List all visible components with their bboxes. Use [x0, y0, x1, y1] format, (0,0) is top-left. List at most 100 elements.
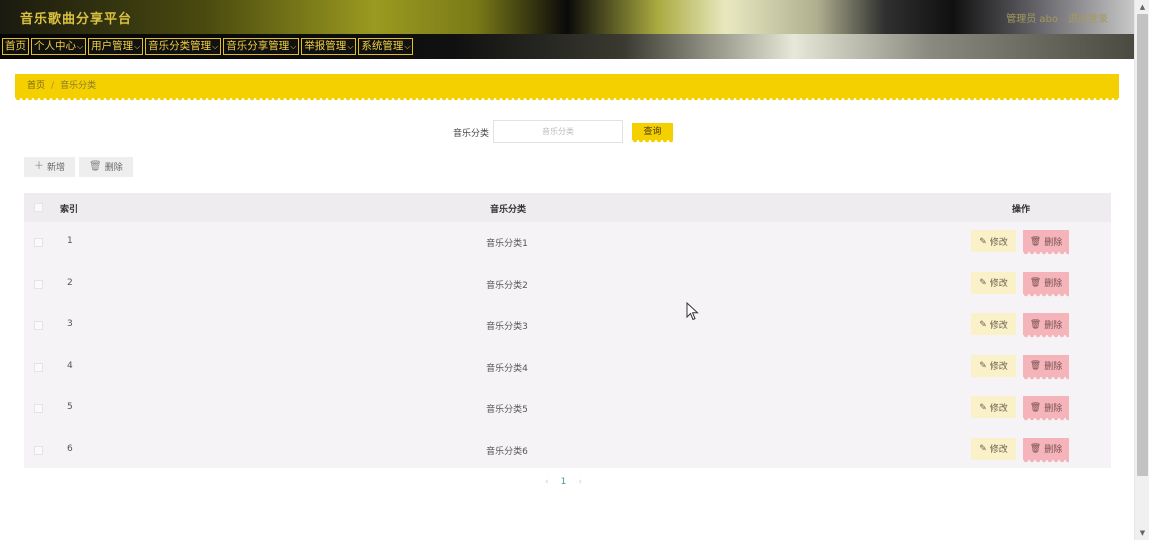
chevron-down-icon: ⌵	[134, 42, 141, 51]
chevron-down-icon: ⌵	[212, 42, 219, 51]
current-user-label: 管理员 abo	[1006, 14, 1058, 25]
delete-label: 删除	[1044, 402, 1063, 413]
edit-icon: ✎	[979, 360, 987, 370]
app-title: 音乐歌曲分享平台	[20, 12, 133, 27]
trash-icon: 🗑	[1029, 235, 1042, 246]
chevron-down-icon: ⌵	[77, 42, 84, 51]
user-info: 管理员 abo 退出登录	[1006, 10, 1108, 25]
cell-category: 音乐分类4	[486, 363, 528, 374]
nav-item-5[interactable]: 举报管理⌵	[301, 38, 357, 55]
nav-item-4[interactable]: 音乐分享管理⌵	[223, 38, 300, 55]
nav-item-0[interactable]: 首页	[2, 38, 29, 55]
table-actions: ＋ 新增 🗑 删除	[24, 157, 133, 177]
edit-icon: ✎	[979, 318, 987, 329]
nav-item-3[interactable]: 音乐分类管理⌵	[145, 38, 222, 55]
delete-button[interactable]: 🗑 删除	[1023, 271, 1069, 297]
trash-icon: 🗑	[1029, 401, 1042, 412]
table-header: 索引 音乐分类 操作	[24, 193, 1111, 222]
edit-icon: ✎	[979, 401, 987, 412]
edit-label: 修改	[989, 361, 1008, 371]
add-button-label: 新增	[47, 162, 66, 172]
cell-category: 音乐分类6	[486, 446, 528, 457]
category-search-input[interactable]	[493, 120, 623, 143]
breadcrumb-current: 音乐分类	[60, 81, 97, 91]
next-page-button[interactable]: ›	[578, 477, 582, 487]
top-header: 音乐歌曲分享平台 管理员 abo 退出登录	[0, 0, 1134, 34]
header-category: 音乐分类	[490, 205, 527, 215]
chevron-down-icon: ⌵	[404, 42, 411, 51]
batch-delete-button[interactable]: 🗑 删除	[79, 157, 133, 177]
edit-button[interactable]: ✎ 修改	[971, 354, 1016, 377]
chevron-down-icon: ⌵	[347, 42, 354, 51]
nav-items: 首页 个人中心⌵ 用户管理⌵ 音乐分类管理⌵ 音乐分享管理⌵ 举报管理⌵ 系统管理⌵	[2, 38, 414, 55]
vertical-scrollbar[interactable]: ▲ ▼	[1134, 0, 1149, 540]
edit-button[interactable]: ✎ 修改	[971, 230, 1016, 252]
scroll-down-icon[interactable]: ▼	[1135, 526, 1149, 540]
delete-label: 删除	[1044, 278, 1063, 288]
breadcrumb-separator: /	[51, 81, 55, 91]
scrollbar-thumb[interactable]	[1137, 14, 1148, 476]
delete-label: 删除	[1044, 444, 1063, 454]
page: 音乐歌曲分享平台 管理员 abo 退出登录 首页 个人中心⌵ 用户管理⌵ 音乐分类管理…	[0, 0, 1149, 540]
edit-button[interactable]: ✎ 修改	[971, 271, 1016, 294]
header-index: 索引	[60, 205, 79, 215]
nav-item-label: 首页	[5, 40, 26, 52]
cell-category: 音乐分类1	[486, 239, 528, 249]
edit-icon: ✎	[979, 443, 987, 453]
delete-button[interactable]: 🗑 删除	[1023, 396, 1069, 421]
trash-icon: 🗑	[1029, 360, 1042, 370]
delete-button[interactable]: 🗑 删除	[1023, 354, 1069, 380]
chevron-down-icon: ⌵	[290, 42, 297, 51]
delete-label: 删除	[1044, 361, 1063, 371]
table-row: 2 音乐分类2 ✎ 修改 🗑 删除	[24, 264, 1111, 305]
search-form: 音乐分类 查询	[0, 120, 1134, 144]
delete-label: 删除	[1044, 319, 1063, 330]
trash-icon: 🗑	[1029, 443, 1042, 453]
cell-category: 音乐分类5	[486, 405, 528, 415]
table-row: 3 音乐分类3 ✎ 修改 🗑 删除	[24, 305, 1111, 346]
edit-label: 修改	[989, 278, 1008, 288]
edit-label: 修改	[989, 402, 1008, 413]
prev-page-button[interactable]: ‹	[545, 477, 549, 487]
page-number[interactable]: 1	[561, 477, 567, 487]
nav-item-2[interactable]: 用户管理⌵	[88, 38, 144, 55]
edit-button[interactable]: ✎ 修改	[971, 396, 1016, 418]
delete-label: 删除	[1044, 236, 1063, 247]
table-row: 5 音乐分类5 ✎ 修改 🗑 删除	[24, 388, 1111, 429]
edit-label: 修改	[989, 444, 1008, 454]
mouse-cursor-icon	[686, 302, 699, 321]
nav-item-6[interactable]: 系统管理⌵	[358, 38, 414, 55]
edit-label: 修改	[989, 319, 1008, 330]
edit-button[interactable]: ✎ 修改	[971, 313, 1016, 335]
batch-delete-label: 删除	[104, 162, 123, 172]
breadcrumb-home[interactable]: 首页	[27, 81, 45, 91]
delete-button[interactable]: 🗑 删除	[1023, 437, 1069, 463]
nav-item-1[interactable]: 个人中心⌵	[31, 38, 87, 55]
search-button[interactable]: 查询	[632, 123, 673, 143]
trash-icon: 🗑	[89, 161, 102, 172]
trash-icon: 🗑	[1029, 318, 1042, 329]
edit-button[interactable]: ✎ 修改	[971, 437, 1016, 460]
edit-label: 修改	[989, 236, 1008, 247]
logout-link[interactable]: 退出登录	[1068, 10, 1108, 25]
edit-icon: ✎	[979, 235, 987, 246]
cell-category: 音乐分类3	[486, 322, 528, 332]
search-label: 音乐分类	[453, 129, 490, 139]
table-row: 6 音乐分类6 ✎ 修改 🗑 删除	[24, 430, 1111, 471]
nav-item-label: 用户管理	[91, 40, 134, 52]
nav-item-label: 系统管理	[361, 40, 404, 52]
main-nav: 首页 个人中心⌵ 用户管理⌵ 音乐分类管理⌵ 音乐分享管理⌵ 举报管理⌵ 系统管理⌵	[0, 34, 1134, 59]
select-all-checkbox[interactable]	[34, 203, 43, 212]
nav-item-label: 个人中心	[34, 40, 76, 52]
add-button[interactable]: ＋ 新增	[24, 157, 76, 177]
scroll-up-icon[interactable]: ▲	[1135, 0, 1149, 14]
table-row: 1 音乐分类1 ✎ 修改 🗑 删除	[24, 222, 1111, 263]
nav-item-label: 举报管理	[304, 40, 347, 52]
delete-button[interactable]: 🗑 删除	[1023, 313, 1069, 338]
table-row: 4 音乐分类4 ✎ 修改 🗑 删除	[24, 347, 1111, 388]
nav-item-label: 音乐分享管理	[226, 40, 290, 52]
edit-icon: ✎	[979, 277, 987, 287]
plus-icon: ＋	[34, 161, 44, 172]
breadcrumb: 首页 / 音乐分类	[15, 74, 1119, 101]
delete-button[interactable]: 🗑 删除	[1023, 230, 1069, 255]
